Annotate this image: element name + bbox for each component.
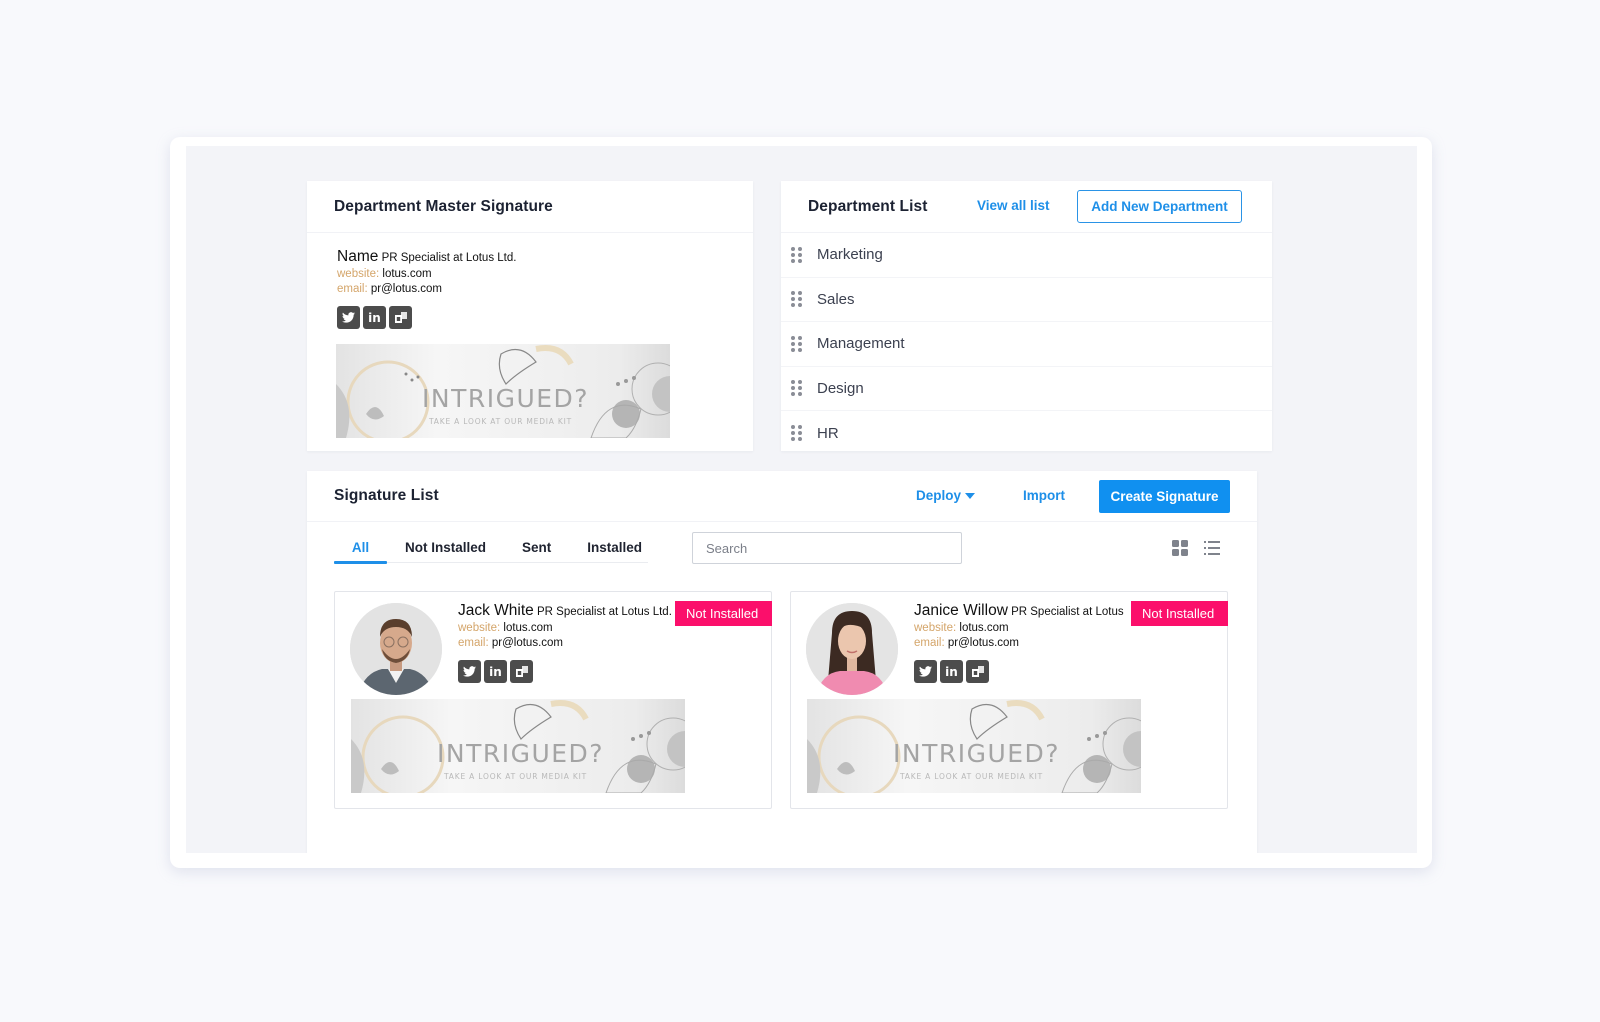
- social-icons: in: [458, 660, 672, 683]
- banner-subtitle: TAKE A LOOK AT OUR MEDIA KIT: [444, 772, 588, 781]
- signature-role: PR Specialist at Lotus Ltd.: [537, 606, 672, 618]
- status-badge: Not Installed: [1131, 601, 1228, 626]
- create-signature-button[interactable]: Create Signature: [1099, 480, 1230, 513]
- outlook-icon[interactable]: [510, 660, 533, 683]
- status-badge: Not Installed: [675, 601, 772, 626]
- signature-card[interactable]: Janice Willow PR Specialist at Lotus web…: [790, 591, 1228, 809]
- signature-name: Jack White: [458, 602, 534, 619]
- drag-handle-icon[interactable]: [791, 425, 803, 442]
- tab-sent[interactable]: Sent: [522, 531, 551, 563]
- department-label: Design: [817, 379, 864, 397]
- signature-list-card: Signature List Deploy Import Create Sign…: [307, 471, 1257, 853]
- avatar: [806, 603, 898, 695]
- twitter-icon[interactable]: [458, 660, 481, 683]
- department-list-card: Department List View all list Add New De…: [781, 181, 1272, 451]
- tab-all[interactable]: All: [334, 531, 387, 564]
- status-tabs: All Not Installed Sent Installed: [334, 531, 648, 564]
- import-button[interactable]: Import: [1023, 488, 1065, 503]
- email-value: pr@lotus.com: [947, 637, 1020, 649]
- search-input[interactable]: [692, 532, 962, 564]
- linkedin-icon[interactable]: in: [940, 660, 963, 683]
- banner-subtitle: TAKE A LOOK AT OUR MEDIA KIT: [900, 772, 1044, 781]
- website-value: lotus.com: [503, 622, 553, 634]
- website-label: website:: [337, 268, 380, 280]
- department-label: HR: [817, 424, 839, 442]
- signature-role: PR Specialist at Lotus Ltd.: [381, 252, 517, 264]
- signature-name: Name: [337, 248, 379, 265]
- website-label: website:: [458, 622, 501, 634]
- department-item-management[interactable]: Management: [781, 322, 1272, 367]
- signature-card[interactable]: Jack White PR Specialist at Lotus Ltd. w…: [334, 591, 772, 809]
- email-label: email:: [337, 283, 368, 295]
- outlook-icon[interactable]: [389, 306, 412, 329]
- drag-handle-icon[interactable]: [791, 380, 803, 397]
- avatar: [350, 603, 442, 695]
- signature-role: PR Specialist at Lotus: [1011, 606, 1124, 618]
- website-value: lotus.com: [959, 622, 1009, 634]
- social-icons: in: [914, 660, 1124, 683]
- banner-subtitle: TAKE A LOOK AT OUR MEDIA KIT: [429, 417, 573, 426]
- email-label: email:: [458, 637, 489, 649]
- banner-title: INTRIGUED?: [437, 739, 605, 768]
- department-item-marketing[interactable]: Marketing: [781, 233, 1272, 278]
- drag-handle-icon[interactable]: [791, 291, 803, 308]
- department-list: Marketing Sales Management Design HR: [781, 233, 1272, 456]
- tab-installed[interactable]: Installed: [587, 531, 642, 563]
- master-signature-title: Department Master Signature: [307, 181, 753, 233]
- website-value: lotus.com: [382, 268, 432, 280]
- caret-down-icon: [965, 493, 976, 500]
- tab-not-installed[interactable]: Not Installed: [405, 531, 486, 563]
- email-value: pr@lotus.com: [491, 637, 564, 649]
- drag-handle-icon[interactable]: [791, 335, 803, 352]
- department-label: Marketing: [817, 246, 883, 264]
- department-label: Management: [817, 335, 905, 353]
- media-kit-banner[interactable]: INTRIGUED? TAKE A LOOK AT OUR MEDIA KIT: [807, 699, 1141, 793]
- media-kit-banner[interactable]: INTRIGUED? TAKE A LOOK AT OUR MEDIA KIT: [351, 699, 685, 793]
- department-item-hr[interactable]: HR: [781, 411, 1272, 456]
- add-new-department-button[interactable]: Add New Department: [1077, 190, 1242, 223]
- linkedin-icon[interactable]: in: [484, 660, 507, 683]
- banner-title: INTRIGUED?: [422, 384, 590, 413]
- email-label: email:: [914, 637, 945, 649]
- master-signature-preview[interactable]: Name PR Specialist at Lotus Ltd. website…: [337, 248, 516, 329]
- department-item-design[interactable]: Design: [781, 367, 1272, 411]
- master-signature-card: Department Master Signature Name PR Spec…: [307, 181, 753, 451]
- deploy-label: Deploy: [916, 488, 962, 503]
- grid-view-icon[interactable]: [1172, 540, 1188, 556]
- dashboard-canvas: Department Master Signature Name PR Spec…: [186, 146, 1417, 853]
- drag-handle-icon[interactable]: [791, 246, 803, 263]
- banner-title: INTRIGUED?: [893, 739, 1061, 768]
- department-label: Sales: [817, 290, 855, 308]
- linkedin-icon[interactable]: in: [363, 306, 386, 329]
- email-value: pr@lotus.com: [370, 283, 443, 295]
- app-window: Department Master Signature Name PR Spec…: [170, 137, 1432, 868]
- outlook-icon[interactable]: [966, 660, 989, 683]
- website-label: website:: [914, 622, 957, 634]
- signature-name: Janice Willow: [914, 602, 1008, 619]
- twitter-icon[interactable]: [914, 660, 937, 683]
- deploy-dropdown[interactable]: Deploy: [916, 488, 976, 503]
- twitter-icon[interactable]: [337, 306, 360, 329]
- view-all-list-link[interactable]: View all list: [977, 198, 1050, 213]
- social-icons: in: [337, 306, 516, 329]
- list-view-icon[interactable]: [1204, 541, 1220, 555]
- department-item-sales[interactable]: Sales: [781, 278, 1272, 322]
- media-kit-banner[interactable]: INTRIGUED? TAKE A LOOK AT OUR MEDIA KIT: [336, 344, 670, 438]
